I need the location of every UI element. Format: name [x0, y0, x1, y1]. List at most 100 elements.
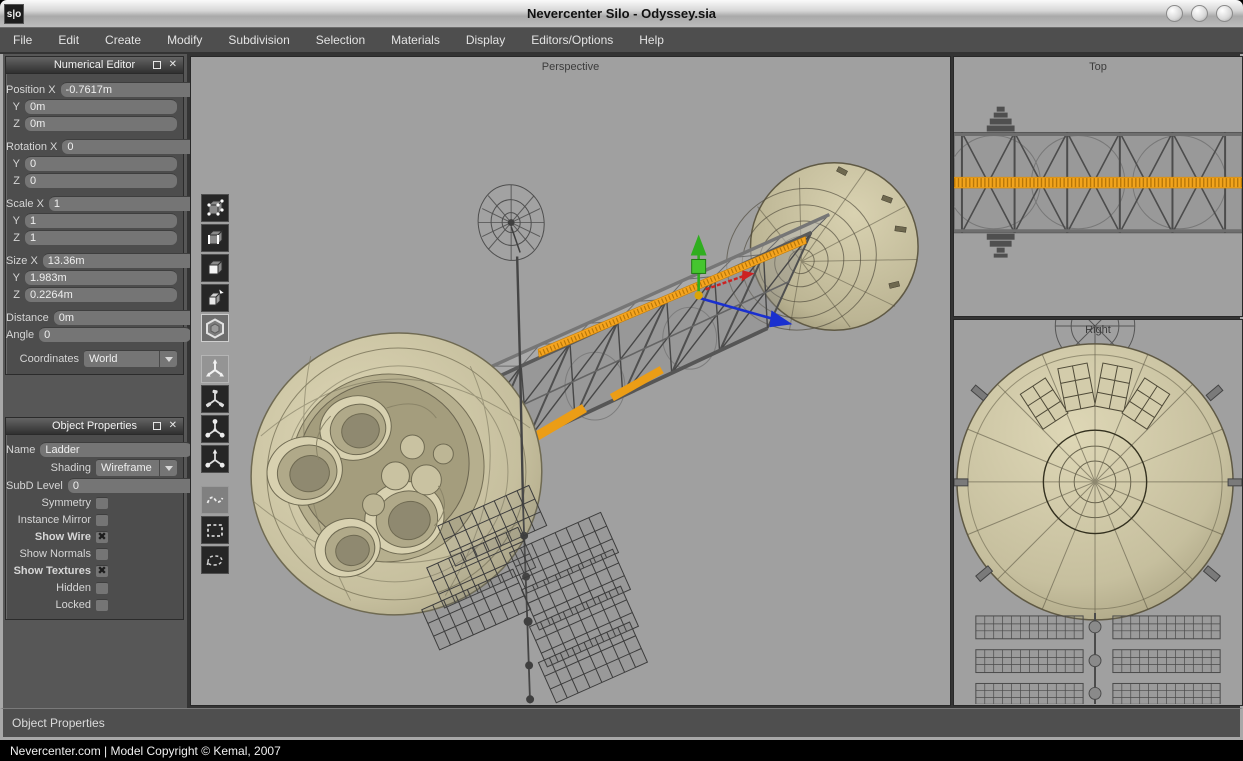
- rotate-tool-button[interactable]: [201, 385, 229, 413]
- edge-mode-button[interactable]: [201, 224, 229, 252]
- object-properties-panel: Object Properties ✕ Name Shading Wirefra…: [5, 417, 184, 620]
- workspace: Numerical Editor ✕ Position X Y Z Rotati…: [0, 54, 1243, 708]
- coordinates-value: World: [84, 353, 159, 365]
- chevron-down-icon[interactable]: [159, 351, 177, 367]
- menu-editors-options[interactable]: Editors/Options: [518, 33, 626, 47]
- status-bar: Object Properties: [0, 708, 1243, 737]
- rotate-tool-icon: [204, 388, 226, 410]
- menu-display[interactable]: Display: [453, 33, 518, 47]
- position-z-field[interactable]: [25, 116, 177, 131]
- menu-create[interactable]: Create: [92, 33, 154, 47]
- name-field[interactable]: [40, 442, 192, 457]
- instance-mirror-checkbox[interactable]: [96, 514, 108, 526]
- marquee-select-button[interactable]: [201, 516, 229, 544]
- paint-select-icon: [204, 489, 226, 511]
- menu-selection[interactable]: Selection: [303, 33, 378, 47]
- field-label: Instance Mirror: [6, 514, 96, 526]
- face-mode-button[interactable]: [201, 254, 229, 282]
- scale-tool-button[interactable]: [201, 415, 229, 443]
- show-normals-checkbox[interactable]: [96, 548, 108, 560]
- paint-select-button[interactable]: [201, 486, 229, 514]
- viewport-toolbar: [201, 194, 229, 576]
- viewport-label-right: Right: [954, 324, 1242, 336]
- status-text: Object Properties: [3, 716, 105, 730]
- field-label: Z: [6, 175, 25, 187]
- menu-file[interactable]: File: [0, 33, 45, 47]
- distance-field[interactable]: [54, 310, 206, 325]
- universal-manipulator-icon: [204, 448, 226, 470]
- angle-field[interactable]: [39, 327, 191, 342]
- position-y-field[interactable]: [25, 99, 177, 114]
- close-button[interactable]: [1216, 5, 1233, 22]
- right-viewport[interactable]: Right: [953, 319, 1243, 706]
- rotation-y-field[interactable]: [25, 156, 177, 171]
- field-label: Y: [6, 158, 25, 170]
- panel-collapse-icon[interactable]: [153, 422, 161, 430]
- minimize-button[interactable]: [1166, 5, 1183, 22]
- perspective-viewport[interactable]: Perspective: [190, 56, 951, 706]
- field-label: Scale X: [6, 198, 49, 210]
- field-label: Show Wire: [6, 531, 96, 543]
- size-y-field[interactable]: [25, 270, 177, 285]
- solar-array-right-view[interactable]: [976, 613, 1220, 704]
- maximize-button[interactable]: [1191, 5, 1208, 22]
- panel-close-icon[interactable]: ✕: [169, 420, 177, 431]
- panel-close-icon[interactable]: ✕: [169, 59, 177, 70]
- edge-mode-icon: [204, 227, 226, 249]
- field-label: Angle: [6, 329, 39, 341]
- field-label: Size X: [6, 255, 43, 267]
- show-wire-checkbox[interactable]: ✖: [96, 531, 108, 543]
- ladder-top-view[interactable]: [954, 177, 1242, 188]
- shading-dropdown[interactable]: Wireframe: [96, 459, 177, 476]
- field-label: Show Normals: [6, 548, 96, 560]
- lasso-select-button[interactable]: [201, 546, 229, 574]
- multi-mode-button[interactable]: [201, 314, 229, 342]
- symmetry-checkbox[interactable]: [96, 497, 108, 509]
- size-x-field[interactable]: [43, 253, 195, 268]
- size-z-field[interactable]: [25, 287, 177, 302]
- move-tool-button[interactable]: [201, 355, 229, 383]
- field-label: Rotation X: [6, 141, 62, 153]
- numerical-editor-panel: Numerical Editor ✕ Position X Y Z Rotati…: [5, 56, 184, 375]
- menu-help[interactable]: Help: [626, 33, 677, 47]
- locked-checkbox[interactable]: [96, 599, 108, 611]
- scale-x-field[interactable]: [49, 196, 201, 211]
- multi-mode-icon: [204, 317, 226, 339]
- menu-modify[interactable]: Modify: [154, 33, 215, 47]
- object-properties-header[interactable]: Object Properties ✕: [6, 418, 183, 435]
- menu-edit[interactable]: Edit: [45, 33, 92, 47]
- perspective-scene-canvas[interactable]: [191, 57, 950, 705]
- rotation-z-field[interactable]: [25, 173, 177, 188]
- numerical-editor-header[interactable]: Numerical Editor ✕: [6, 57, 183, 74]
- viewport-label-top: Top: [954, 61, 1242, 73]
- field-label: Z: [6, 118, 25, 130]
- scale-z-field[interactable]: [25, 230, 177, 245]
- field-label: Y: [6, 101, 25, 113]
- dish-antenna[interactable]: [473, 180, 549, 264]
- right-scene-canvas[interactable]: [954, 320, 1242, 704]
- field-label: Name: [6, 444, 40, 456]
- face-mode-icon: [204, 257, 226, 279]
- left-panel-column: Numerical Editor ✕ Position X Y Z Rotati…: [3, 54, 187, 708]
- object-mode-button[interactable]: [201, 284, 229, 312]
- vertex-mode-button[interactable]: [201, 194, 229, 222]
- panel-collapse-icon[interactable]: [153, 61, 161, 69]
- top-scene-canvas[interactable]: [954, 57, 1242, 316]
- credit-bar: Nevercenter.com | Model Copyright © Kema…: [0, 740, 1243, 761]
- hidden-checkbox[interactable]: [96, 582, 108, 594]
- field-label: Symmetry: [6, 497, 96, 509]
- top-viewport[interactable]: Top: [953, 56, 1243, 317]
- title-bar[interactable]: s|o Nevercenter Silo - Odyssey.sia: [0, 0, 1243, 28]
- move-tool-icon: [204, 358, 226, 380]
- menu-subdivision[interactable]: Subdivision: [215, 33, 302, 47]
- chevron-down-icon[interactable]: [159, 460, 177, 476]
- scale-y-field[interactable]: [25, 213, 177, 228]
- coordinates-dropdown[interactable]: World: [84, 350, 177, 367]
- menu-materials[interactable]: Materials: [378, 33, 453, 47]
- command-sphere-right-view[interactable]: [954, 344, 1242, 620]
- universal-manipulator-button[interactable]: [201, 445, 229, 473]
- menu-bar: File Edit Create Modify Subdivision Sele…: [0, 28, 1243, 54]
- show-textures-checkbox[interactable]: ✖: [96, 565, 108, 577]
- solar-panel-array[interactable]: [422, 485, 648, 702]
- field-label: SubD Level: [6, 480, 68, 492]
